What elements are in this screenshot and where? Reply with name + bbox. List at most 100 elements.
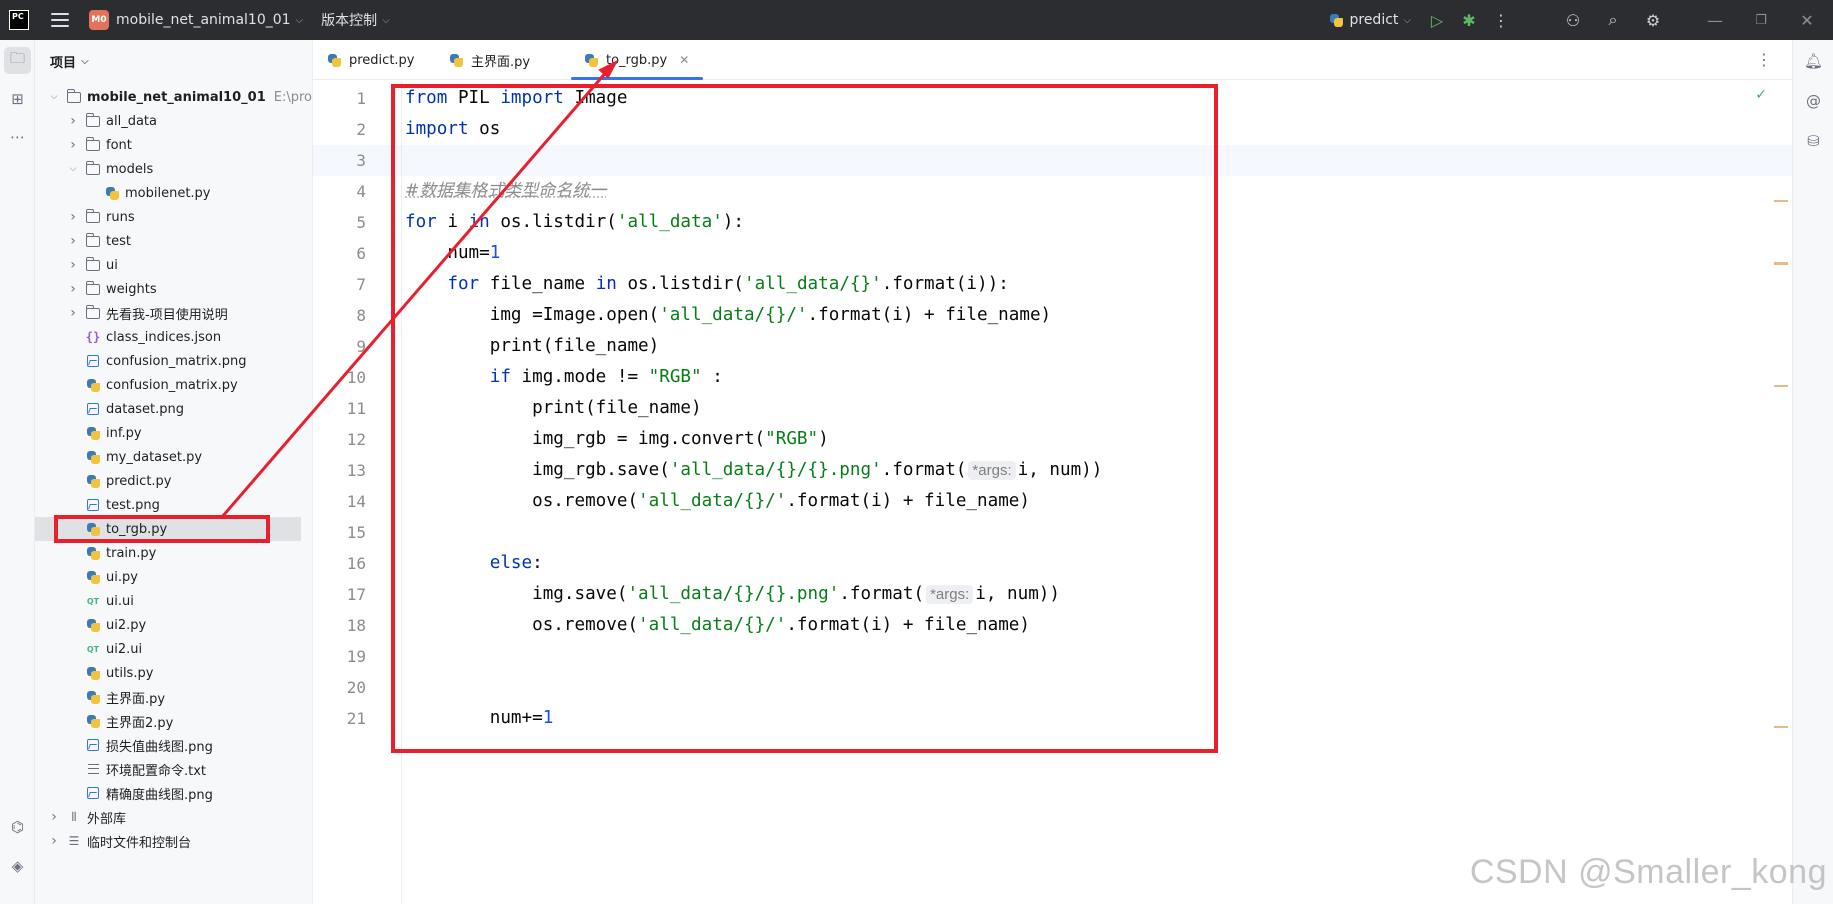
tab-to-rgb-py[interactable]: to_rgb.py ✕ [571,40,704,80]
tree-item-img[interactable]: dataset.png [35,397,312,421]
chevron-right-icon[interactable]: › [68,233,78,249]
tree-item-py[interactable]: confusion_matrix.py [35,373,312,397]
database-icon[interactable]: ⛁ [1800,127,1827,154]
line-number-gutter: 1 2 3 4 5 6 7 8 9 10 11 12 13 14 15 16 17 18 19 20 21 [313,81,401,904]
tree-item-label: 主界面.py [106,688,165,707]
tree-item-py[interactable]: predict.py [35,469,312,493]
tree-item-py[interactable]: 主界面.py [35,685,312,709]
tree-item-folder[interactable]: › ui [35,253,312,277]
warning-mark[interactable] [1774,263,1788,265]
python-file-icon [86,690,100,704]
chevron-down-icon: ⌵ [1403,14,1411,26]
annotation-file-box [54,515,270,543]
warning-mark[interactable] [1774,200,1788,202]
tree-item-img[interactable]: test.png [35,493,312,517]
tree-item-label: mobilenet.py [125,186,211,201]
folder-icon [86,280,100,296]
tree-item-name: ui [106,257,118,273]
add-user-icon[interactable]: ⚇ [1561,8,1585,32]
line-number: 1 [356,89,366,108]
chevron-right-icon[interactable]: › [68,257,78,273]
tree-item-name: dataset.png [106,401,185,417]
tree-item-name: 先看我-项目使用说明 [106,307,228,323]
tab-main-ui-py[interactable]: 主界面.py [450,40,530,80]
python-console-icon[interactable]: ⌬ [4,813,31,840]
image-file-icon [86,354,100,368]
chevron-right-icon[interactable]: › [68,137,78,153]
vcs-dropdown[interactable]: 版本控制 [321,10,377,30]
chevron-right-icon[interactable]: › [68,113,78,129]
settings-gear-icon[interactable]: ⚙ [1641,8,1665,32]
error-stripe: ✓ [1752,81,1792,904]
layers-icon[interactable]: ◈ [4,852,31,879]
chevron-down-icon[interactable]: ⌵ [68,164,78,174]
chevron-right-icon[interactable]: › [49,809,59,825]
project-panel-header[interactable]: 项目 ⌵ [35,40,312,82]
tree-item-name: test.png [106,497,160,513]
minimize-window-icon[interactable]: — [1703,8,1727,32]
tree-item-folder[interactable]: ⌵ mobile_net_animal10_01 E:\pro20 [35,85,312,109]
chevron-right-icon[interactable]: › [68,305,78,321]
tree-item-py[interactable]: mobilenet.py [35,181,312,205]
tree-item-label: 外部库 [87,808,126,827]
folder-icon [86,112,100,128]
line-number: 19 [346,647,366,666]
tree-item-folder[interactable]: › test [35,229,312,253]
debug-icon[interactable]: ✱ [1457,8,1481,32]
tree-item-py[interactable]: utils.py [35,661,312,685]
tree-item-py[interactable]: inf.py [35,421,312,445]
run-config-dropdown[interactable]: predict [1349,12,1398,28]
tree-item-py[interactable]: my_dataset.py [35,445,312,469]
tree-item-name: 损失值曲线图.png [106,739,213,755]
more-tools-icon[interactable]: ⋯ [4,123,31,150]
run-icon[interactable]: ▷ [1425,8,1449,32]
project-name-dropdown[interactable]: mobile_net_animal10_01 [116,12,291,28]
tree-item-txt[interactable]: 环境配置命令.txt [35,757,312,781]
python-file-icon [86,426,100,440]
more-actions-icon[interactable]: ⋮ [1489,8,1513,32]
chevron-right-icon[interactable]: › [68,209,78,225]
close-window-icon[interactable]: ✕ [1795,8,1819,32]
tabs-more-icon[interactable]: ⋮ [1756,50,1772,69]
structure-icon[interactable]: ⊞ [4,85,31,112]
python-file-icon [86,714,100,728]
tree-item-folder[interactable]: › runs [35,205,312,229]
tree-item-lib[interactable]: › ⫴ 外部库 [35,805,312,829]
tree-item-folder[interactable]: ⌵ models [35,157,312,181]
chevron-down-icon[interactable]: ⌵ [49,92,59,102]
tree-item-py[interactable]: ui2.py [35,613,312,637]
project-folder-icon[interactable]: 🗀 [4,47,31,74]
no-problems-check-icon[interactable]: ✓ [1755,87,1767,103]
warning-mark[interactable] [1774,726,1788,728]
scratches-icon: ☰ [68,834,80,848]
warning-mark[interactable] [1774,385,1788,387]
tree-item-img[interactable]: 精确度曲线图.png [35,781,312,805]
notifications-bell-icon[interactable]: 🔔︎ [1800,47,1827,74]
annotation-code-box [391,84,1218,753]
tab-predict-py[interactable]: predict.py [328,40,415,80]
chevron-right-icon[interactable]: › [49,833,59,849]
tree-item-scratch[interactable]: › ☰ 临时文件和控制台 [35,829,312,853]
search-icon[interactable]: ⌕ [1601,8,1625,32]
project-badge[interactable]: M0 [89,10,109,30]
tree-item-json[interactable]: {} class_indices.json [35,325,312,349]
ai-assistant-icon[interactable]: @ [1800,87,1827,114]
tree-item-py[interactable]: 主界面2.py [35,709,312,733]
tree-item-folder[interactable]: › all_data [35,109,312,133]
tree-item-py[interactable]: train.py [35,541,312,565]
tree-item-name: 环境配置命令.txt [106,763,207,779]
library-icon: ⫴ [71,809,77,824]
tree-item-folder[interactable]: › 先看我-项目使用说明 [35,301,312,325]
tree-item-label: class_indices.json [106,330,221,345]
main-menu-icon[interactable] [51,13,69,27]
chevron-right-icon[interactable]: › [68,281,78,297]
restore-window-icon[interactable]: ❐ [1749,8,1773,32]
tree-item-qt[interactable]: QT ui2.ui [35,637,312,661]
tree-item-py[interactable]: ui.py [35,565,312,589]
tree-item-folder[interactable]: › font [35,133,312,157]
tree-item-img[interactable]: confusion_matrix.png [35,349,312,373]
tree-item-img[interactable]: 损失值曲线图.png [35,733,312,757]
tree-item-folder[interactable]: › weights [35,277,312,301]
tree-item-qt[interactable]: QT ui.ui [35,589,312,613]
close-tab-icon[interactable]: ✕ [679,53,689,67]
